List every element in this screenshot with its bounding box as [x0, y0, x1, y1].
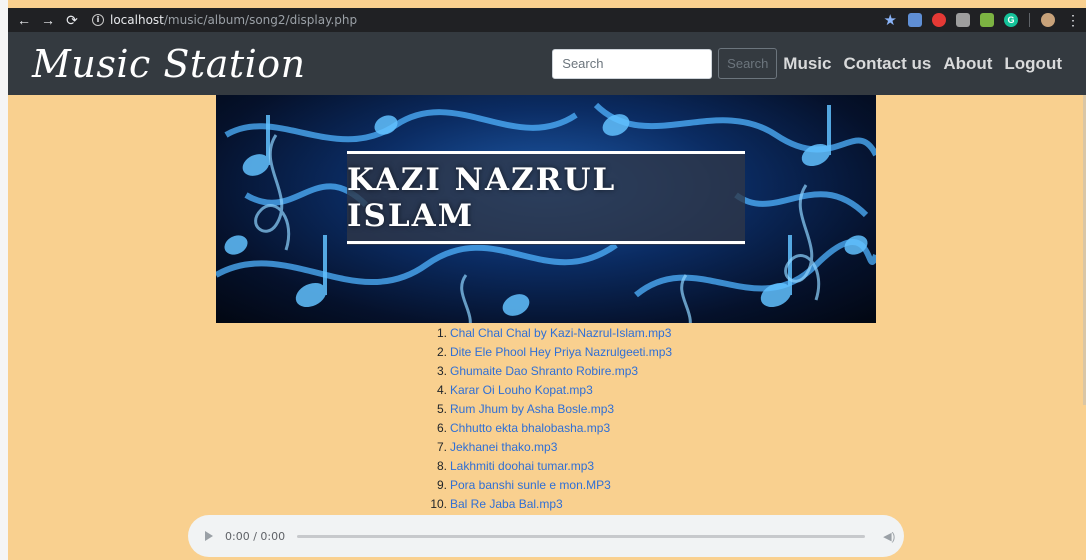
- search-button[interactable]: Search: [718, 48, 778, 79]
- list-item: 4. Karar Oi Louho Kopat.mp3: [428, 380, 672, 399]
- song-link[interactable]: Jekhanei thako.mp3: [450, 440, 557, 454]
- list-item: 8. Lakhmiti doohai tumar.mp3: [428, 456, 672, 475]
- song-number: 1.: [436, 325, 447, 340]
- site-navbar: Music Station Search Music Contact us Ab…: [8, 32, 1086, 95]
- playback-time: 0:00 / 0:00: [225, 529, 286, 543]
- list-item: 9. Pora banshi sunle e mon.MP3: [428, 475, 672, 494]
- bookmark-star-icon[interactable]: ★: [884, 11, 897, 29]
- volume-icon[interactable]: ◀): [883, 530, 895, 543]
- song-link[interactable]: Lakhmiti doohai tumar.mp3: [450, 459, 594, 473]
- list-item: 3. Ghumaite Dao Shranto Robire.mp3: [428, 361, 672, 380]
- address-bar[interactable]: i localhost/music/album/song2/display.ph…: [92, 8, 357, 32]
- list-item: 7. Jekhanei thako.mp3: [428, 437, 672, 456]
- url-text: localhost/music/album/song2/display.php: [110, 13, 358, 27]
- play-icon[interactable]: [205, 531, 213, 541]
- song-link[interactable]: Pora banshi sunle e mon.MP3: [450, 478, 611, 492]
- profile-avatar-icon[interactable]: [1041, 13, 1055, 27]
- nav-link-music[interactable]: Music: [783, 54, 831, 74]
- forward-arrow-icon[interactable]: →: [36, 8, 60, 32]
- song-number: 5.: [436, 401, 447, 416]
- nav-link-about[interactable]: About: [943, 54, 992, 74]
- list-item: 5. Rum Jhum by Asha Bosle.mp3: [428, 399, 672, 418]
- song-link[interactable]: Bal Re Jaba Bal.mp3: [450, 497, 563, 511]
- back-arrow-icon[interactable]: ←: [12, 8, 36, 32]
- extensions-bar: ★ G ⋮: [884, 8, 1086, 32]
- brand-logo[interactable]: Music Station: [32, 42, 306, 86]
- song-number: 9.: [436, 477, 447, 492]
- extension-green-icon[interactable]: [980, 13, 994, 27]
- audio-player: 0:00 / 0:00 ◀): [188, 515, 904, 557]
- banner-rule-top: [347, 151, 745, 154]
- song-number: 2.: [436, 344, 447, 359]
- album-banner: KAZI NAZRUL ISLAM: [216, 95, 876, 323]
- list-item: 1. Chal Chal Chal by Kazi-Nazrul-Islam.mp…: [428, 323, 672, 342]
- banner-title-box: KAZI NAZRUL ISLAM: [347, 151, 745, 245]
- banner-title: KAZI NAZRUL ISLAM: [347, 162, 617, 234]
- seek-bar[interactable]: [297, 534, 866, 538]
- list-item: 6. Chhutto ekta bhalobasha.mp3: [428, 418, 672, 437]
- page-left-edge: [0, 0, 8, 560]
- list-item: 10. Bal Re Jaba Bal.mp3: [428, 494, 672, 513]
- toolbar-divider: [1029, 13, 1030, 27]
- grammarly-icon[interactable]: G: [1004, 13, 1018, 27]
- song-number: 7.: [436, 439, 447, 454]
- song-link[interactable]: Chhutto ekta bhalobasha.mp3: [450, 421, 610, 435]
- song-number: 8.: [436, 458, 447, 473]
- song-number: 10.: [430, 496, 447, 511]
- menu-kebab-icon[interactable]: ⋮: [1066, 12, 1080, 29]
- extension-shield-icon[interactable]: [908, 13, 922, 27]
- extension-grey-icon[interactable]: [956, 13, 970, 27]
- list-item: 2. Dite Ele Phool Hey Priya Nazrulgeeti.m…: [428, 342, 672, 361]
- browser-toolbar: ← → ⟳ i localhost/music/album/song2/disp…: [8, 8, 1086, 32]
- song-number: 6.: [436, 420, 447, 435]
- nav-link-logout[interactable]: Logout: [1004, 54, 1062, 74]
- song-link[interactable]: Chal Chal Chal by Kazi-Nazrul-Islam.mp3: [450, 326, 671, 340]
- search-input[interactable]: [552, 48, 713, 79]
- nav-link-contact[interactable]: Contact us: [843, 54, 931, 74]
- song-link[interactable]: Karar Oi Louho Kopat.mp3: [450, 383, 593, 397]
- extension-red-icon[interactable]: [932, 13, 946, 27]
- banner-rule-bottom: [347, 241, 745, 244]
- navbar-right: Search Music Contact us About Logout: [552, 48, 1086, 79]
- song-link[interactable]: Dite Ele Phool Hey Priya Nazrulgeeti.mp3: [450, 345, 672, 359]
- info-icon[interactable]: i: [92, 14, 104, 26]
- song-number: 3.: [436, 363, 447, 378]
- song-link[interactable]: Rum Jhum by Asha Bosle.mp3: [450, 402, 614, 416]
- song-link[interactable]: Ghumaite Dao Shranto Robire.mp3: [450, 364, 638, 378]
- song-number: 4.: [436, 382, 447, 397]
- reload-icon[interactable]: ⟳: [60, 8, 84, 32]
- song-list: 1. Chal Chal Chal by Kazi-Nazrul-Islam.mp…: [428, 323, 672, 513]
